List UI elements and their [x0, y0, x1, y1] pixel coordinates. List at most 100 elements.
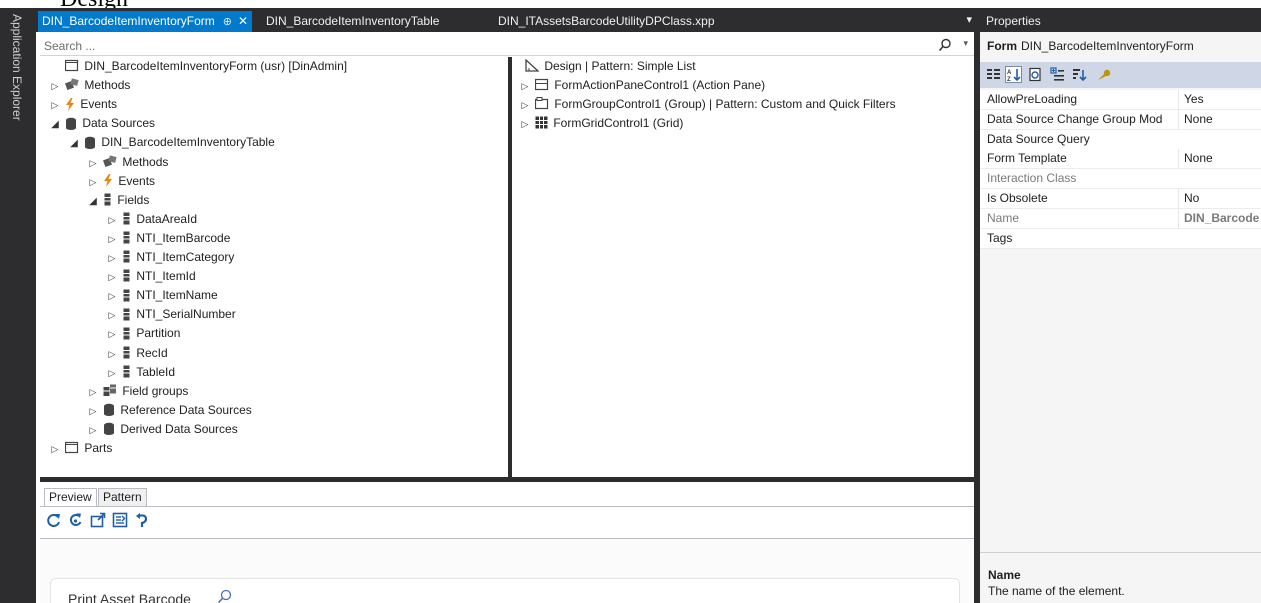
design-node[interactable]: Design | Pattern: Simple List	[522, 57, 696, 76]
refresh-all-icon[interactable]	[68, 512, 84, 528]
tree-node[interactable]: ▷ TableId	[105, 363, 176, 383]
tree-node[interactable]: ▷ Reference Data Sources	[86, 401, 252, 420]
property-value[interactable]: No	[1178, 189, 1261, 208]
expand-arrow-icon[interactable]: ▷	[86, 402, 100, 421]
alphabetical-sort-icon[interactable]: A Z	[1005, 66, 1022, 83]
design-node[interactable]: ▷ FormGroupControl1 (Group) | Pattern: C…	[518, 95, 896, 114]
expand-arrow-icon[interactable]: ▷	[48, 96, 62, 115]
pin-icon[interactable]: ⊕	[223, 16, 232, 28]
property-value[interactable]: DIN_Barcode	[1178, 208, 1261, 228]
expand-arrow-icon[interactable]: ▷	[86, 154, 100, 173]
expand-arrow-icon[interactable]: ▷	[105, 249, 119, 268]
tree-node-label: Fields	[117, 192, 150, 207]
open-in-browser-icon[interactable]	[90, 512, 106, 528]
tab-it-assets-barcode-utility[interactable]: DIN_ITAssetsBarcodeUtilityDPClass.xpp	[494, 11, 719, 32]
search-icon[interactable]	[938, 38, 952, 52]
tree-node[interactable]: ▷ Parts	[48, 439, 113, 459]
preview-search-icon[interactable]	[217, 589, 232, 603]
property-row[interactable]: Is Obsolete No	[980, 189, 1261, 209]
tree-node[interactable]: ▷ Methods	[48, 76, 131, 96]
collapse-arrow-icon[interactable]: ◢	[86, 192, 100, 211]
field-icon	[123, 308, 130, 321]
filter-sort-icon[interactable]	[1072, 67, 1087, 82]
tree-node[interactable]: ▷ Partition	[105, 324, 181, 344]
tree-node-label: DIN_BarcodeItemInventoryForm (usr) [DinA…	[84, 59, 348, 73]
group-icon	[535, 97, 549, 110]
expand-arrow-icon[interactable]: ▷	[86, 383, 100, 402]
undo-icon[interactable]	[134, 512, 150, 528]
tree-node[interactable]: ▷ NTI_ItemBarcode	[105, 229, 231, 249]
application-explorer-strip[interactable]: Application Explorer	[0, 8, 36, 603]
property-row[interactable]: Tags	[980, 228, 1261, 249]
tree-node-label: NTI_SerialNumber	[136, 307, 236, 322]
expand-arrow-icon[interactable]: ▷	[105, 211, 119, 230]
tree-node[interactable]: ▷ NTI_SerialNumber	[105, 305, 236, 324]
search-input[interactable]	[44, 37, 924, 54]
tree-node[interactable]: ◢ Fields	[86, 191, 149, 210]
expand-arrow-icon[interactable]: ▷	[518, 115, 532, 134]
refresh-icon[interactable]	[46, 512, 62, 528]
search-options-dropdown-icon[interactable]: ▾	[963, 38, 968, 49]
expand-arrow-icon[interactable]: ▷	[105, 287, 119, 306]
property-row[interactable]: AllowPreLoading Yes	[980, 90, 1261, 110]
design-node[interactable]: ▷ FormGridControl1 (Grid)	[518, 114, 684, 134]
expand-arrow-icon[interactable]: ▷	[86, 173, 100, 192]
expand-all-icon[interactable]	[1050, 67, 1065, 82]
field-icon	[123, 250, 130, 263]
object-name: DIN_BarcodeItemInventoryForm	[1021, 39, 1194, 53]
design-node-label: FormGridControl1 (Grid)	[553, 116, 684, 130]
collapse-arrow-icon[interactable]: ◢	[48, 115, 62, 134]
tree-node-label: NTI_ItemCategory	[136, 250, 235, 264]
property-row[interactable]: Interaction Class	[980, 169, 1261, 190]
property-row[interactable]: Data Source Query	[980, 129, 1261, 150]
tree-node[interactable]: ▷ NTI_ItemId	[105, 267, 196, 286]
property-value[interactable]: None	[1178, 149, 1261, 169]
collapse-arrow-icon[interactable]: ◢	[67, 134, 81, 153]
property-row[interactable]: Name DIN_Barcode	[980, 208, 1261, 229]
wrench-icon[interactable]	[1096, 67, 1111, 82]
expand-arrow-icon[interactable]: ▷	[105, 306, 119, 325]
application-explorer-label[interactable]: Application Explorer	[10, 14, 24, 121]
categorized-icon[interactable]	[986, 67, 1001, 82]
close-icon[interactable]: ✕	[238, 14, 248, 28]
tree-node[interactable]: DIN_BarcodeItemInventoryForm (usr) [DinA…	[48, 57, 347, 76]
expand-arrow-icon[interactable]: ▷	[518, 96, 532, 115]
design-node[interactable]: ▷ FormActionPaneControl1 (Action Pane)	[518, 76, 766, 96]
property-value[interactable]: None	[1178, 109, 1261, 129]
expand-arrow-icon[interactable]: ▷	[86, 421, 100, 440]
property-row[interactable]: Data Source Change Group Mod None	[980, 109, 1261, 130]
tree-node[interactable]: ▷ NTI_ItemName	[105, 286, 218, 305]
properties-header: Properties	[980, 8, 1261, 32]
property-row[interactable]: Form Template None	[980, 149, 1261, 170]
expand-arrow-icon[interactable]: ▷	[105, 325, 119, 344]
tree-node[interactable]: ◢ Data Sources	[48, 114, 155, 133]
expand-arrow-icon[interactable]: ▷	[105, 345, 119, 364]
tab-overflow-dropdown-icon[interactable]: ▾	[966, 11, 972, 29]
tab-preview[interactable]: Preview	[44, 488, 97, 507]
tree-node[interactable]: ▷ Derived Data Sources	[86, 420, 238, 439]
datasource-icon	[104, 423, 115, 436]
expand-arrow-icon[interactable]: ▷	[48, 440, 62, 459]
properties-pane: Properties Form DIN_BarcodeItemInventoryF…	[980, 8, 1261, 603]
expand-arrow-icon[interactable]: ▷	[518, 77, 532, 96]
expand-arrow-icon[interactable]: ▷	[105, 364, 119, 383]
tree-node[interactable]: ▷ NTI_ItemCategory	[105, 248, 235, 268]
tree-node[interactable]: ◢ DIN_BarcodeItemInventoryTable	[67, 133, 275, 152]
tree-node[interactable]: ▷ Events	[86, 172, 156, 192]
tab-barcode-item-inventory-table[interactable]: DIN_BarcodeItemInventoryTable	[262, 11, 443, 32]
tree-node[interactable]: ▷ DataAreaId	[105, 210, 198, 230]
tree-node[interactable]: ▷ Field groups	[86, 382, 189, 402]
expand-arrow-icon[interactable]: ▷	[48, 77, 62, 96]
property-pages-icon[interactable]	[1028, 67, 1043, 82]
property-value[interactable]: Yes	[1178, 90, 1261, 109]
tree-node[interactable]: ▷ Methods	[86, 153, 169, 173]
expand-arrow-icon[interactable]: ▷	[105, 230, 119, 249]
tree-node-label: Methods	[84, 78, 131, 93]
tree-node[interactable]: ▷ Events	[48, 95, 118, 115]
export-icon[interactable]	[112, 512, 128, 528]
tab-pattern[interactable]: Pattern	[98, 488, 147, 507]
expand-arrow-icon[interactable]: ▷	[105, 268, 119, 287]
tab-barcode-item-inventory-form[interactable]: DIN_BarcodeItemInventoryForm ⊕ ✕	[38, 11, 253, 32]
designer-search-bar: ▾	[40, 36, 974, 56]
tree-node[interactable]: ▷ RecId	[105, 344, 168, 363]
